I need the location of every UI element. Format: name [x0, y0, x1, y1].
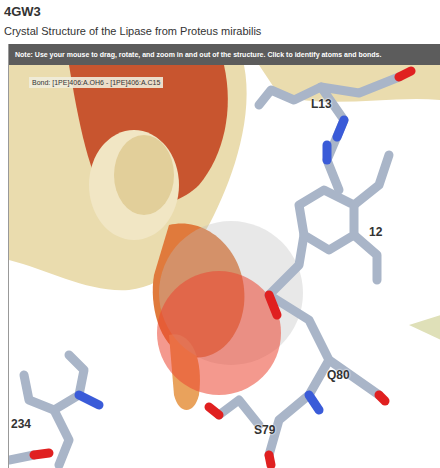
residue-label: L13 — [311, 97, 332, 111]
page-subtitle: Crystal Structure of the Lipase from Pro… — [0, 20, 440, 44]
residue-label: 12 — [369, 225, 382, 239]
atom-ends — [34, 71, 411, 465]
page-title: 4GW3 — [0, 0, 440, 20]
surface-hole-shadow — [114, 135, 174, 215]
molecule-canvas[interactable]: Bond: [1PE]406:A.OH6 - [1PE]406:A.C15 L1… — [9, 65, 440, 468]
residue-label: 234 — [11, 417, 31, 431]
structure-viewer: Note: Use your mouse to drag, rotate, an… — [8, 44, 440, 468]
molecule-scene[interactable] — [9, 65, 440, 468]
surface-right-bit — [409, 315, 440, 340]
surface-hole — [89, 130, 179, 240]
residue-label: Q80 — [327, 368, 350, 382]
bond-tooltip: Bond: [1PE]406:A.OH6 - [1PE]406:A.C15 — [29, 77, 163, 88]
viewer-note: Note: Use your mouse to drag, rotate, an… — [9, 44, 440, 65]
residue-sticks — [9, 77, 399, 465]
oxygen-sphere — [157, 271, 281, 395]
residue-label: S79 — [254, 423, 275, 437]
page: 4GW3 Crystal Structure of the Lipase fro… — [0, 0, 440, 468]
